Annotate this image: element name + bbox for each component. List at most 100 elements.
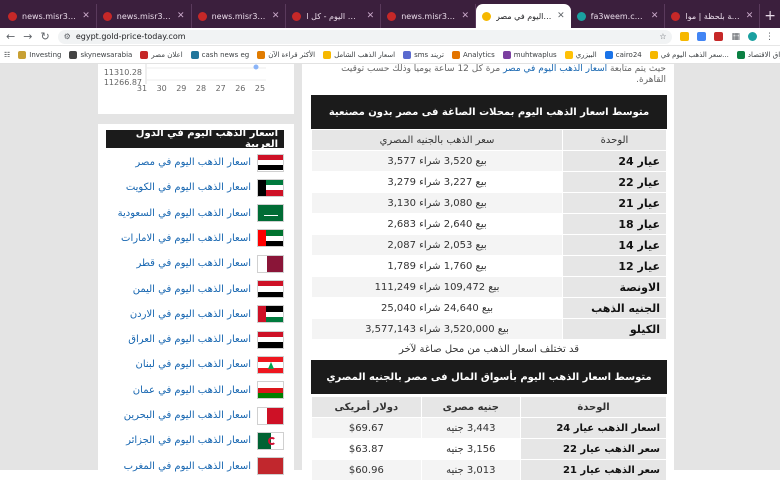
bookmark-item[interactable]: Analytics	[451, 50, 495, 59]
column-header-unit: الوحدة	[520, 396, 667, 418]
extension-icon[interactable]	[714, 32, 724, 41]
sidebar-country-link[interactable]: اسعار الذهب اليوم في السعودية	[118, 208, 251, 219]
puzzle-icon[interactable]: ▦	[731, 32, 740, 42]
tab-close-icon[interactable]: ✕	[746, 11, 754, 21]
bookmark-label: cairo24	[615, 50, 642, 59]
apps-grid-icon[interactable]: ☷	[4, 51, 10, 59]
tab-close-icon[interactable]: ✕	[367, 11, 375, 21]
bookmark-item[interactable]: البيزري	[564, 50, 597, 59]
tab-close-icon[interactable]: ✕	[82, 11, 90, 21]
profile-avatar[interactable]	[748, 32, 757, 41]
menu-icon[interactable]: ⋮	[765, 32, 774, 42]
forward-icon[interactable]: →	[23, 30, 32, 43]
tab-title: news.misr365.com/wp-co	[401, 11, 456, 21]
main-content: حيث يتم متابعة اسعار الذهب اليوم في مصر …	[302, 64, 674, 481]
sidebar-country-item[interactable]: اسعار الذهب اليوم في عمان	[106, 378, 284, 403]
bookmark-favicon-icon	[323, 50, 332, 59]
sidebar-country-link[interactable]: اسعار الذهب اليوم في اليمن	[133, 284, 251, 295]
bookmark-item[interactable]: cash news eg	[190, 50, 249, 59]
bookmark-star-icon[interactable]: ☆	[659, 32, 666, 41]
reload-icon[interactable]: ↻	[40, 30, 49, 43]
sidebar-country-item[interactable]: اسعار الذهب اليوم في المغرب	[106, 454, 284, 479]
sidebar-country-item[interactable]: اسعار الذهب اليوم في اليمن	[106, 277, 284, 302]
row-price: بيع 3,520,000 شراء 3,577,143	[311, 318, 563, 340]
browser-tab[interactable]: fa3weem.com ✕	[571, 4, 666, 28]
row-unit: الجنيه الذهب	[562, 297, 667, 319]
sidebar-country-link[interactable]: اسعار الذهب اليوم في لبنان	[135, 359, 251, 370]
address-bar[interactable]: ⚙ egypt.gold-price-today.com ☆	[57, 29, 673, 44]
bookmark-label: الأكثر قراءة الآن	[268, 50, 316, 59]
bookmark-item[interactable]: اسعار الذهب الشامل	[323, 50, 396, 59]
bookmark-item[interactable]: الأكثر قراءة الآن	[257, 50, 316, 59]
x-tick-label: 31	[137, 84, 147, 93]
sidebar-country-link[interactable]: اسعار الذهب اليوم في العراق	[128, 334, 251, 345]
sidebar-country-item[interactable]: اسعار الذهب اليوم في البحرين	[106, 403, 284, 428]
sidebar-country-link[interactable]: اسعار الذهب اليوم في الاردن	[130, 309, 251, 320]
sidebar-country-link[interactable]: اسعار الذهب اليوم في قطر	[136, 258, 251, 269]
extension-icon[interactable]	[680, 32, 690, 41]
sidebar-country-item[interactable]: اسعار الذهب اليوم في الاردن	[106, 302, 284, 327]
browser-tab[interactable]: اسعار العملات اليوم - كل ا ✕	[286, 4, 382, 28]
bookmark-item[interactable]: cairo24	[604, 50, 642, 59]
bookmark-item[interactable]: سعر الذهب اليوم في...	[649, 50, 729, 59]
sidebar-country-item[interactable]: اسعار الذهب اليوم في لبنان	[106, 352, 284, 377]
row-unit: الاونصة	[562, 276, 667, 298]
extension-icon[interactable]	[697, 32, 707, 41]
bookmark-label: اسعار الذهب الشامل	[334, 50, 396, 59]
bookmark-favicon-icon	[564, 50, 573, 59]
sidebar-country-item[interactable]: اسعار الذهب اليوم في الجزائر	[106, 428, 284, 453]
browser-tab[interactable]: news.misr365.com/wp-co ✕	[381, 4, 476, 28]
sidebar-country-item[interactable]: اسعار الذهب اليوم في العراق	[106, 327, 284, 352]
egypt-flag-icon	[257, 153, 284, 172]
bookmark-item[interactable]: muhtwaplus	[502, 50, 557, 59]
browser-tab[interactable]: سعر الذهب اليوم في مصر ✕	[475, 4, 571, 28]
bookmark-item[interactable]: skynewsarabia	[69, 50, 132, 59]
table-row: الجنيه الذهب بيع 24,640 شراء 25,040	[311, 297, 667, 319]
tab-title: news.misr365.com/wp-co	[116, 11, 172, 21]
browser-tab[interactable]: news.misr365.com/wp-co ✕	[97, 4, 192, 28]
row-price: بيع 1,760 شراء 1,789	[311, 255, 563, 277]
tab-favicon-icon	[197, 11, 207, 21]
tab-title: news.misr365.com/wp-co	[22, 11, 77, 21]
tab-close-icon[interactable]: ✕	[177, 11, 185, 21]
sidebar-country-item[interactable]: اسعار الذهب اليوم في الامارات	[106, 226, 284, 251]
x-tick-label: 27	[216, 84, 226, 93]
tab-close-icon[interactable]: ✕	[272, 11, 280, 21]
row-unit: اسعار الذهب عيار 24	[520, 417, 667, 439]
browser-tab[interactable]: news.misr365.com/wp-co ✕	[2, 4, 97, 28]
sidebar-country-link[interactable]: اسعار الذهب اليوم في مصر	[135, 157, 251, 168]
sidebar-country-link[interactable]: اسعار الذهب اليوم في الامارات	[121, 233, 251, 244]
sidebar-country-item[interactable]: اسعار الذهب اليوم في قطر	[106, 251, 284, 276]
sidebar-country-item[interactable]: اسعار الذهب اليوم في السعودية	[106, 201, 284, 226]
tab-favicon-icon	[481, 11, 491, 21]
tab-close-icon[interactable]: ✕	[461, 11, 469, 21]
browser-tab[interactable]: news.misr365.com/wp-co ✕	[192, 4, 287, 28]
sidebar-country-item[interactable]: اسعار الذهب اليوم في مصر	[106, 150, 284, 175]
tab-close-icon[interactable]: ✕	[651, 11, 659, 21]
sidebar-country-link[interactable]: اسعار الذهب اليوم في الجزائر	[126, 435, 251, 446]
tab-favicon-icon	[292, 11, 302, 21]
bookmark-label: سعر الذهب اليوم في...	[660, 50, 729, 59]
column-header-unit: الوحدة	[562, 129, 667, 151]
bookmark-item[interactable]: أسواق الاقتصاد	[736, 50, 780, 59]
egypt-gold-link[interactable]: اسعار الذهب اليوم في مصر	[503, 64, 607, 74]
sidebar-country-link[interactable]: اسعار الذهب اليوم في عمان	[133, 385, 251, 396]
bookmark-item[interactable]: Investing	[18, 50, 61, 59]
row-usd: $60.96	[311, 459, 422, 481]
new-tab-button[interactable]: +	[760, 4, 780, 28]
tab-title: نشرة لحظة بلحظة | موا	[685, 11, 740, 21]
row-unit: عيار 22	[562, 171, 667, 193]
x-tick-label: 29	[176, 84, 186, 93]
sidebar-country-link[interactable]: اسعار الذهب اليوم في الكويت	[126, 182, 251, 193]
table-row: عيار 22 بيع 3,227 شراء 3,279	[311, 171, 667, 193]
bookmark-item[interactable]: sms تريند	[403, 50, 444, 59]
tab-close-icon[interactable]: ✕	[557, 11, 565, 21]
site-info-icon[interactable]: ⚙	[64, 32, 71, 41]
column-header-egp: جنيه مصرى	[420, 396, 522, 418]
sidebar-country-link[interactable]: اسعار الذهب اليوم في البحرين	[124, 410, 251, 421]
back-icon[interactable]: ←	[6, 30, 15, 43]
shops-table-heading: متوسط اسعار الذهب اليوم بمحلات الصاغة فى…	[311, 95, 667, 129]
browser-tab[interactable]: نشرة لحظة بلحظة | موا ✕	[665, 4, 761, 28]
bookmark-item[interactable]: اعلان مصر	[140, 50, 183, 59]
sidebar-country-item[interactable]: اسعار الذهب اليوم في الكويت	[106, 175, 284, 200]
